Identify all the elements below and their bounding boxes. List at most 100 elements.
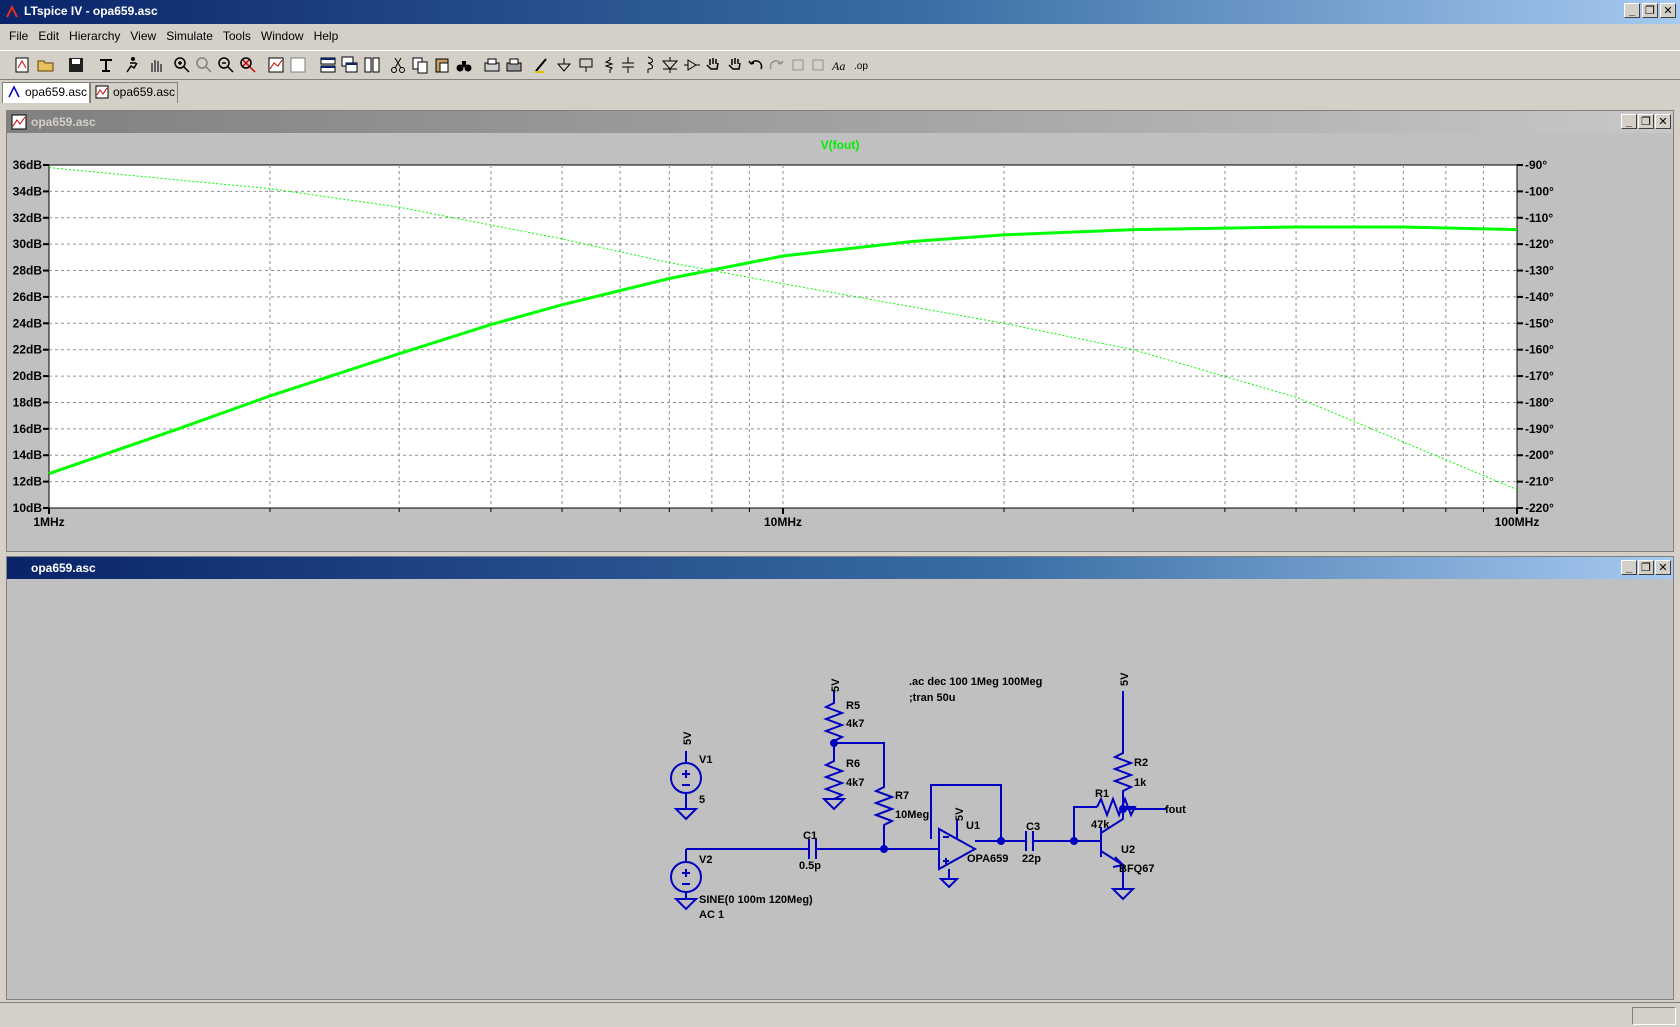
r7-resistor[interactable]: [873, 783, 895, 849]
pane-close-button[interactable]: ✕: [1655, 114, 1671, 129]
u1-ref: U1: [966, 820, 980, 832]
y-left-tick-label: 30dB: [13, 237, 43, 251]
open-folder-icon[interactable]: [36, 55, 56, 75]
y-right-tick-label: -190°: [1525, 422, 1554, 436]
new-schematic-icon[interactable]: [12, 55, 32, 75]
menu-tools[interactable]: Tools: [218, 26, 256, 46]
plot-settings-icon[interactable]: [288, 55, 308, 75]
v2-ref: V2: [699, 854, 712, 866]
mirror-icon[interactable]: [808, 55, 828, 75]
control-panel-icon[interactable]: [96, 55, 116, 75]
spice-directive-icon[interactable]: .op: [852, 55, 872, 75]
v1-source[interactable]: [670, 751, 702, 821]
y-left-tick-label: 18dB: [13, 395, 43, 409]
r2-ref: R2: [1134, 757, 1148, 769]
menu-help[interactable]: Help: [309, 26, 344, 46]
y-right-tick-label: -210°: [1525, 475, 1554, 489]
zoom-pan-icon[interactable]: [194, 55, 214, 75]
menu-window[interactable]: Window: [256, 26, 309, 46]
r2-value: 1k: [1134, 777, 1147, 789]
y-right-tick-label: -100°: [1525, 184, 1554, 198]
capacitor-icon[interactable]: [618, 55, 638, 75]
spice-directive-ac[interactable]: .ac dec 100 1Meg 100Meg: [909, 676, 1042, 688]
text-aa-icon[interactable]: Aa: [830, 55, 850, 75]
autorange-icon[interactable]: [266, 55, 286, 75]
spice-directive-tran[interactable]: ;tran 50u: [909, 692, 955, 704]
y-right-tick-label: -140°: [1525, 290, 1554, 304]
r1-value: 47k: [1091, 819, 1110, 831]
c3-capacitor[interactable]: [1025, 831, 1074, 851]
pane-close-button[interactable]: ✕: [1655, 560, 1671, 575]
copy-icon[interactable]: [410, 55, 430, 75]
menu-simulate[interactable]: Simulate: [161, 26, 218, 46]
y-right-tick-label: -160°: [1525, 343, 1554, 357]
minimize-button[interactable]: _: [1624, 3, 1640, 18]
zoom-out-icon[interactable]: [216, 55, 236, 75]
pane-restore-button[interactable]: ❐: [1638, 114, 1654, 129]
v1-supply-label: 5V: [682, 731, 694, 745]
restore-button[interactable]: ❐: [1642, 3, 1658, 18]
label-net-icon[interactable]: [576, 55, 596, 75]
ground-icon[interactable]: [554, 55, 574, 75]
cut-icon[interactable]: [388, 55, 408, 75]
y-right-tick-label: -200°: [1525, 448, 1554, 462]
y-right-tick-label: -150°: [1525, 316, 1554, 330]
save-icon[interactable]: [66, 55, 86, 75]
pane-minimize-button[interactable]: _: [1621, 114, 1637, 129]
waveform-icon: [11, 114, 27, 130]
run-icon[interactable]: [122, 55, 142, 75]
drag-hand-icon[interactable]: [724, 55, 744, 75]
pane-restore-button[interactable]: ❐: [1638, 560, 1654, 575]
print-preview-icon[interactable]: [482, 55, 502, 75]
waveform-icon: [95, 85, 109, 99]
menu-edit[interactable]: Edit: [33, 26, 64, 46]
schematic-pane-titlebar: opa659.asc _ ❐ ✕: [7, 557, 1673, 579]
tab-waveform[interactable]: opa659.asc: [90, 82, 178, 103]
waveform-pane-titlebar: opa659.asc _ ❐ ✕: [7, 111, 1673, 133]
r1-resistor[interactable]: [1096, 796, 1137, 818]
print-icon[interactable]: [504, 55, 524, 75]
cascade-icon[interactable]: [340, 55, 360, 75]
y-left-tick-label: 16dB: [13, 422, 43, 436]
bode-plot[interactable]: 1MHz 10MHz 100MHz 36dB -90° 34dB -100° 32dB -110…: [7, 133, 1673, 551]
r6-resistor[interactable]: [821, 743, 847, 811]
y-left-tick-label: 14dB: [13, 448, 43, 462]
tile-horizontal-icon[interactable]: [318, 55, 338, 75]
schematic-canvas[interactable]: 5V 5V 5V 5V V1 5 V2 SINE(0 100m 120Meg) …: [7, 579, 1673, 999]
c1-capacitor[interactable]: [808, 839, 939, 859]
title-bar: LTspice IV - opa659.asc _ ❐ ✕: [0, 0, 1680, 24]
y-left-tick-label: 22dB: [13, 343, 43, 357]
v1-value: 5: [699, 794, 705, 806]
tab-schematic[interactable]: opa659.asc: [2, 82, 90, 103]
menu-hierarchy[interactable]: Hierarchy: [64, 26, 125, 46]
paste-icon[interactable]: [432, 55, 452, 75]
zoom-fit-icon[interactable]: [238, 55, 258, 75]
menu-view[interactable]: View: [125, 26, 161, 46]
y-right-tick-label: -120°: [1525, 237, 1554, 251]
menu-file[interactable]: File: [4, 26, 33, 46]
diode-icon[interactable]: [660, 55, 680, 75]
move-hand-icon[interactable]: [702, 55, 722, 75]
y-left-tick-label: 12dB: [13, 475, 43, 489]
r2-resistor[interactable]: [1112, 691, 1134, 809]
tab-waveform-label: opa659.asc: [113, 85, 176, 99]
component-icon[interactable]: [682, 55, 702, 75]
halt-hand-icon[interactable]: [146, 55, 166, 75]
rotate-icon[interactable]: [788, 55, 808, 75]
r5-resistor[interactable]: [823, 691, 845, 743]
close-button[interactable]: ✕: [1660, 3, 1676, 18]
r5-ref: R5: [846, 700, 860, 712]
schematic-pane-title: opa659.asc: [31, 561, 96, 575]
find-binoculars-icon[interactable]: [454, 55, 474, 75]
draw-wire-icon[interactable]: [532, 55, 552, 75]
resistor-icon[interactable]: [598, 55, 618, 75]
redo-icon[interactable]: [766, 55, 786, 75]
window-title: LTspice IV - opa659.asc: [24, 4, 158, 18]
inductor-icon[interactable]: [638, 55, 658, 75]
zoom-in-icon[interactable]: [172, 55, 192, 75]
undo-icon[interactable]: [746, 55, 766, 75]
tile-vertical-icon[interactable]: [362, 55, 382, 75]
y-left-tick-label: 36dB: [13, 158, 43, 172]
plot-title[interactable]: V(fout): [821, 138, 860, 152]
pane-minimize-button[interactable]: _: [1621, 560, 1637, 575]
